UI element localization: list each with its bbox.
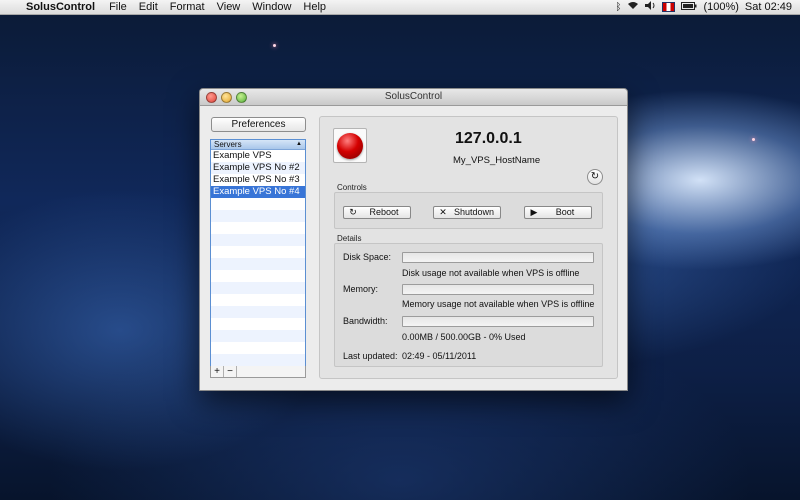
server-detail-panel: 127.0.0.1 My_VPS_HostName ↻ Controls ↻ R… (319, 116, 618, 379)
close-icon[interactable] (206, 92, 217, 103)
wifi-icon[interactable] (627, 1, 639, 13)
remove-server-button[interactable]: − (224, 366, 237, 377)
list-edit-buttons: + − (210, 366, 306, 378)
empty-row (211, 294, 305, 306)
minimize-icon[interactable] (221, 92, 232, 103)
battery-percent: (100%) (703, 1, 739, 13)
bandwidth-usage-text: 0.00MB / 500.00GB - 0% Used (402, 332, 526, 342)
memory-usage-bar (402, 284, 594, 295)
status-area: ᛒ (100%) Sat 02:49 (615, 1, 800, 13)
zoom-icon[interactable] (236, 92, 247, 103)
empty-row (211, 282, 305, 294)
reboot-icon: ↻ (349, 207, 357, 217)
star (273, 44, 276, 47)
empty-row (211, 246, 305, 258)
last-updated-label: Last updated: (343, 351, 398, 361)
reboot-label: Reboot (369, 207, 399, 217)
menu-app-name[interactable]: SolusControl (22, 1, 103, 13)
menu-help[interactable]: Help (297, 1, 332, 13)
empty-row (211, 318, 305, 330)
controls-section-label: Controls (337, 183, 367, 192)
empty-row (211, 222, 305, 234)
server-hostname: My_VPS_HostName (453, 155, 541, 166)
empty-row (211, 198, 305, 210)
app-window: SolusControl Preferences Servers ▲ Examp… (199, 88, 628, 391)
refresh-icon: ↻ (590, 171, 600, 182)
servers-header-label: Servers (214, 140, 242, 149)
empty-row (211, 234, 305, 246)
menu-file[interactable]: File (103, 1, 133, 13)
preferences-button[interactable]: Preferences (211, 117, 306, 132)
empty-row (211, 210, 305, 222)
bandwidth-label: Bandwidth: (343, 316, 388, 326)
sort-arrow-icon: ▲ (296, 141, 302, 147)
boot-label: Boot (555, 207, 575, 217)
details-section-label: Details (337, 234, 362, 243)
empty-row (211, 354, 305, 366)
window-controls (206, 92, 247, 103)
shutdown-label: Shutdown (453, 207, 495, 217)
last-updated-value: 02:49 - 05/11/2011 (402, 351, 477, 361)
empty-row (211, 270, 305, 282)
empty-row (211, 342, 305, 354)
servers-column-header[interactable]: Servers ▲ (211, 140, 305, 150)
disk-usage-text: Disk usage not available when VPS is off… (402, 268, 580, 278)
star (752, 138, 755, 141)
bluetooth-icon[interactable]: ᛒ (615, 2, 621, 13)
server-list[interactable]: Servers ▲ Example VPS Example VPS No #2 … (210, 139, 306, 367)
volume-icon[interactable] (645, 1, 656, 13)
controls-group: ↻ Reboot ✕ Shutdown ▶ Boot (334, 192, 603, 229)
details-group: Disk Space: Disk usage not available whe… (334, 243, 603, 367)
shutdown-icon: ✕ (439, 207, 447, 217)
disk-label: Disk Space: (343, 252, 392, 262)
server-ip: 127.0.0.1 (455, 130, 522, 147)
play-icon: ▶ (530, 207, 538, 217)
empty-row (211, 258, 305, 270)
clock[interactable]: Sat 02:49 (745, 1, 792, 13)
status-light-icon (337, 132, 363, 159)
bandwidth-usage-bar (402, 316, 594, 327)
title-bar[interactable]: SolusControl (200, 89, 627, 106)
menu-format[interactable]: Format (164, 1, 211, 13)
memory-usage-text: Memory usage not available when VPS is o… (402, 299, 595, 309)
empty-row (211, 306, 305, 318)
server-row[interactable]: Example VPS No #2 (211, 162, 305, 174)
refresh-button[interactable]: ↻ (587, 169, 603, 185)
battery-icon[interactable] (681, 1, 697, 13)
shutdown-button[interactable]: ✕ Shutdown (433, 206, 501, 219)
window-title: SolusControl (384, 91, 443, 102)
menu-view[interactable]: View (211, 1, 247, 13)
disk-usage-bar (402, 252, 594, 263)
server-row-selected[interactable]: Example VPS No #4 (211, 186, 305, 198)
add-server-button[interactable]: + (211, 366, 224, 377)
input-source-flag-icon[interactable] (662, 2, 676, 12)
server-row[interactable]: Example VPS No #3 (211, 174, 305, 186)
server-row[interactable]: Example VPS (211, 150, 305, 162)
menu-window[interactable]: Window (246, 1, 297, 13)
status-indicator (333, 128, 367, 163)
boot-button[interactable]: ▶ Boot (524, 206, 592, 219)
menu-bar: SolusControl File Edit Format View Windo… (0, 0, 800, 15)
memory-label: Memory: (343, 284, 379, 294)
empty-row (211, 330, 305, 342)
menu-edit[interactable]: Edit (133, 1, 164, 13)
reboot-button[interactable]: ↻ Reboot (343, 206, 411, 219)
